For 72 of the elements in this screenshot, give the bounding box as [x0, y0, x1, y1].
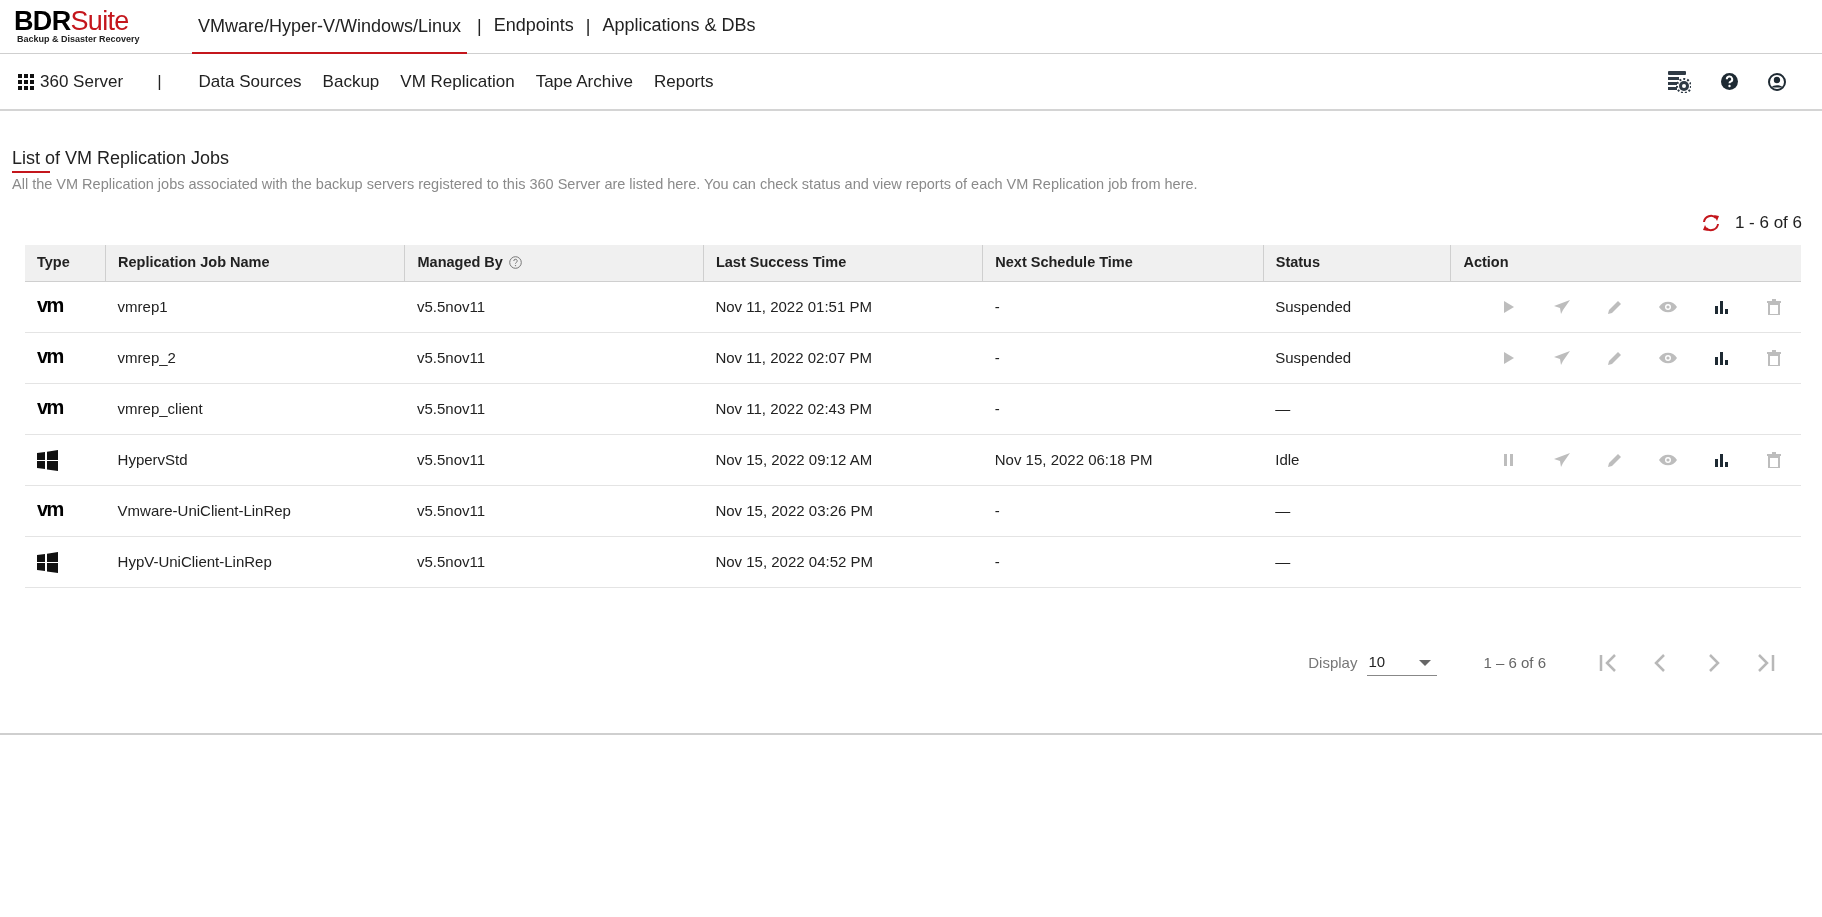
managed-by: v5.5nov11 [417, 297, 486, 315]
managed-by: v5.5nov11 [417, 399, 486, 417]
last-success-time: Nov 15, 2022 03:26 PM [715, 501, 873, 519]
last-success-time: Nov 11, 2022 01:51 PM [715, 297, 872, 315]
top-tab[interactable]: Applications & DBs [600, 0, 758, 53]
page-size-select[interactable]: 10 [1367, 650, 1438, 676]
page-description: All the VM Replication jobs associated with the backup servers registered to this 360 Server are listed here. You can check status and view reports of each VM Replication job from here. [12, 175, 1199, 193]
server-settings-icon[interactable] [1668, 70, 1691, 93]
job-name: vmrep_2 [117, 348, 176, 366]
job-name: HypervStd [117, 450, 188, 468]
last-success-time: Nov 15, 2022 09:12 AM [715, 450, 873, 468]
next-schedule-time: - [994, 297, 1000, 315]
page-title: List of VM Replication Jobs [12, 147, 230, 169]
windows-logo-icon [37, 551, 58, 573]
brand-tagline: Backup & Disaster Recovery [16, 34, 141, 45]
display-label: Display [1308, 652, 1358, 673]
page-range: 1 – 6 of 6 [1483, 652, 1546, 673]
separator: | [584, 15, 592, 38]
column-header: Status [1263, 244, 1451, 282]
separator: | [476, 15, 483, 38]
bar-chart-icon[interactable] [1714, 453, 1729, 467]
bar-chart-icon[interactable] [1714, 351, 1729, 365]
dropdown-caret-icon [1419, 659, 1432, 666]
managed-by: v5.5nov11 [417, 348, 486, 366]
windows-logo-icon [37, 449, 58, 471]
status-text: Idle [1275, 450, 1300, 468]
job-count: 1 - 6 of 6 [1734, 212, 1802, 234]
grid-icon [18, 73, 34, 90]
next-schedule-time: - [994, 348, 1000, 366]
nav-link[interactable]: Data Sources [198, 68, 302, 95]
status-text: Suspended [1275, 297, 1352, 315]
last-success-time: Nov 11, 2022 02:07 PM [715, 348, 872, 366]
vmware-logo: vm [37, 498, 63, 521]
column-header: Type [25, 244, 106, 282]
bar-chart-icon[interactable] [1714, 300, 1729, 314]
nav-link[interactable]: Tape Archive [535, 68, 633, 95]
next-schedule-time: - [994, 501, 1000, 519]
nav-link[interactable]: Backup [322, 68, 380, 95]
job-name: vmrep1 [117, 297, 168, 315]
user-icon[interactable] [1768, 72, 1786, 91]
nav-link[interactable]: VM Replication [400, 68, 515, 95]
column-header: Next Schedule Time [982, 244, 1264, 282]
column-header-label: Managed By [417, 252, 503, 272]
job-name: vmrep_client [117, 399, 203, 417]
separator: | [157, 70, 162, 93]
next-schedule-time: - [994, 399, 1000, 417]
refresh-icon[interactable] [1700, 213, 1721, 232]
nav-link[interactable]: Reports [653, 68, 714, 95]
job-name: Vmware-UniClient-LinRep [117, 501, 291, 519]
next-schedule-time: Nov 15, 2022 06:18 PM [994, 450, 1153, 468]
status-text: — [1275, 399, 1291, 417]
column-header: Action [1450, 244, 1801, 282]
status-text: Suspended [1275, 348, 1352, 366]
managed-by: v5.5nov11 [417, 552, 486, 570]
last-success-time: Nov 15, 2022 04:52 PM [715, 552, 873, 570]
managed-by: v5.5nov11 [417, 501, 486, 519]
column-header: Replication Job Name [105, 244, 405, 282]
top-tab[interactable]: VMware/Hyper-V/Windows/Linux [192, 0, 468, 54]
next-schedule-time: - [994, 552, 1000, 570]
top-tab[interactable]: Endpoints [491, 0, 576, 53]
managed-by: v5.5nov11 [417, 450, 486, 468]
job-name: HypV-UniClient-LinRep [117, 552, 272, 570]
column-header: Last Success Time [703, 244, 983, 282]
server-menu[interactable]: 360 Server [18, 68, 124, 95]
vmware-logo: vm [37, 294, 63, 317]
status-text: — [1275, 552, 1291, 570]
brand-logo: BDRSuite [14, 8, 130, 34]
help-icon[interactable] [1721, 73, 1738, 90]
status-text: — [1275, 501, 1291, 519]
vmware-logo: vm [37, 345, 63, 368]
last-success-time: Nov 11, 2022 02:43 PM [715, 399, 872, 417]
vmware-logo: vm [37, 396, 63, 419]
